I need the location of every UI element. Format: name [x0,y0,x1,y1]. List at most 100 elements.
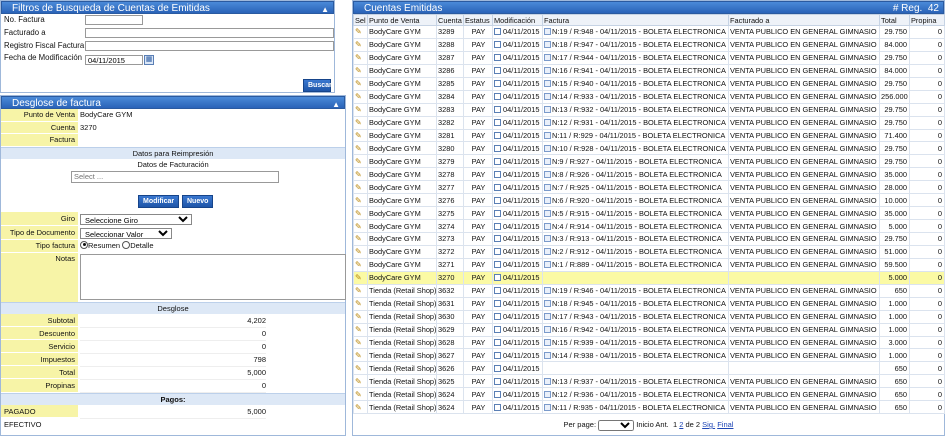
giro-select[interactable]: Seleccione Giro [80,213,192,225]
registro-fiscal-input[interactable] [85,40,334,51]
table-row[interactable]: ✎ BodyCare GYM 3281 PAY 04/11/2015 N:11 / R:9… [353,128,945,143]
pencil-icon[interactable]: ✎ [355,196,364,205]
table-row[interactable]: ✎ Tienda (Retail Shop) 3626 PAY 04/11/2015 65… [353,361,945,376]
col-estatus[interactable]: Estatus [463,14,493,26]
checkbox-icon[interactable] [494,54,501,62]
table-row[interactable]: ✎ BodyCare GYM 3270 PAY 04/11/2015 5.000 0 [353,270,945,285]
pencil-icon[interactable]: ✎ [355,66,364,75]
table-row[interactable]: ✎ BodyCare GYM 3280 PAY 04/11/2015 N:10 / R:9… [353,141,945,156]
table-row[interactable]: ✎ BodyCare GYM 3274 PAY 04/11/2015 N:4 / R:91… [353,219,945,233]
pencil-icon[interactable]: ✎ [355,364,364,373]
last-page-link[interactable]: Final [717,420,733,429]
cell-sel[interactable]: ✎ [353,232,368,246]
table-row[interactable]: ✎ Tienda (Retail Shop) 3627 PAY 04/11/2015 N:… [353,348,945,363]
checkbox-icon[interactable] [494,106,501,114]
checkbox-icon[interactable] [494,41,501,49]
table-row[interactable]: ✎ BodyCare GYM 3271 PAY 04/11/2015 N:1 / R:88… [353,257,945,272]
nuevo-button[interactable]: Nuevo [182,194,214,208]
checkbox-icon[interactable] [494,248,501,256]
cell-sel[interactable]: ✎ [353,309,368,324]
pencil-icon[interactable]: ✎ [355,53,364,62]
pencil-icon[interactable]: ✎ [355,170,364,179]
checkbox-icon[interactable] [494,80,501,88]
table-row[interactable]: ✎ BodyCare GYM 3272 PAY 04/11/2015 N:2 / R:91… [353,244,945,259]
table-row[interactable]: ✎ Tienda (Retail Shop) 3624 PAY 04/11/2015 N:… [353,387,945,402]
col-cuenta[interactable]: Cuenta [436,14,464,26]
pencil-icon[interactable]: ✎ [355,79,364,88]
table-row[interactable]: ✎ Tienda (Retail Shop) 3624 PAY 04/11/2015 N:… [353,400,945,415]
pencil-icon[interactable]: ✎ [355,377,364,386]
pencil-icon[interactable]: ✎ [355,183,364,192]
checkbox-icon[interactable] [494,287,501,295]
table-row[interactable]: ✎ BodyCare GYM 3289 PAY 04/11/2015 N:19 / R:9… [353,25,945,39]
pencil-icon[interactable]: ✎ [355,40,364,49]
cell-sel[interactable]: ✎ [353,37,368,52]
pencil-icon[interactable]: ✎ [355,390,364,399]
per-page-select[interactable] [598,420,635,431]
cell-sel[interactable]: ✎ [353,244,368,259]
checkbox-icon[interactable] [494,157,501,165]
desglose-title-bar[interactable]: Desglose de factura ▲ [1,96,345,109]
table-row[interactable]: ✎ Tienda (Retail Shop) 3632 PAY 04/11/2015 N:… [353,283,945,298]
checkbox-icon[interactable] [494,28,501,36]
facturacion-select-input[interactable] [71,170,279,183]
checkbox-icon[interactable] [494,300,501,308]
modificar-button[interactable]: Modificar [138,194,180,208]
table-row[interactable]: ✎ BodyCare GYM 3284 PAY 04/11/2015 N:14 / R:9… [353,89,945,104]
checkbox-icon[interactable] [494,196,501,204]
col-sel[interactable]: Sel [353,14,368,26]
table-row[interactable]: ✎ BodyCare GYM 3285 PAY 04/11/2015 N:15 / R:9… [353,76,945,91]
cell-sel[interactable]: ✎ [353,141,368,156]
pencil-icon[interactable]: ✎ [355,209,364,218]
cell-sel[interactable]: ✎ [353,128,368,143]
radio-resumen[interactable] [80,240,88,249]
checkbox-icon[interactable] [494,170,501,178]
table-row[interactable]: ✎ BodyCare GYM 3273 PAY 04/11/2015 N:3 / R:91… [353,232,945,246]
checkbox-icon[interactable] [494,119,501,127]
checkbox-icon[interactable] [494,338,501,346]
table-row[interactable]: ✎ BodyCare GYM 3279 PAY 04/11/2015 N:9 / R:92… [353,154,945,169]
pencil-icon[interactable]: ✎ [355,286,364,295]
cell-sel[interactable]: ✎ [353,25,368,39]
pencil-icon[interactable]: ✎ [355,273,364,282]
checkbox-icon[interactable] [494,364,501,372]
cell-sel[interactable]: ✎ [353,283,368,298]
cell-sel[interactable]: ✎ [353,219,368,233]
pencil-icon[interactable]: ✎ [355,234,364,243]
cell-sel[interactable]: ✎ [353,89,368,104]
checkbox-icon[interactable] [494,403,501,411]
table-row[interactable]: ✎ BodyCare GYM 3288 PAY 04/11/2015 N:18 / R:9… [353,37,945,52]
checkbox-icon[interactable] [494,222,501,230]
checkbox-icon[interactable] [494,274,501,282]
cell-sel[interactable]: ✎ [353,374,368,389]
table-row[interactable]: ✎ BodyCare GYM 3276 PAY 04/11/2015 N:6 / R:92… [353,193,945,208]
col-total[interactable]: Total [879,14,910,26]
cell-sel[interactable]: ✎ [353,400,368,415]
notas-textarea[interactable] [80,253,346,300]
pencil-icon[interactable]: ✎ [355,338,364,347]
pencil-icon[interactable]: ✎ [355,247,364,256]
table-row[interactable]: ✎ Tienda (Retail Shop) 3625 PAY 04/11/2015 N:… [353,374,945,389]
checkbox-icon[interactable] [494,313,501,321]
col-modificacion[interactable]: Modificación [492,14,543,26]
pencil-icon[interactable]: ✎ [355,325,364,334]
pencil-icon[interactable]: ✎ [355,157,364,166]
checkbox-icon[interactable] [494,390,501,398]
cell-sel[interactable]: ✎ [353,387,368,402]
pencil-icon[interactable]: ✎ [355,144,364,153]
pencil-icon[interactable]: ✎ [355,312,364,321]
table-row[interactable]: ✎ BodyCare GYM 3282 PAY 04/11/2015 N:12 / R:9… [353,115,945,130]
cell-sel[interactable]: ✎ [353,167,368,182]
table-row[interactable]: ✎ Tienda (Retail Shop) 3630 PAY 04/11/2015 N:… [353,309,945,324]
no-factura-input[interactable] [85,15,143,25]
checkbox-icon[interactable] [494,131,501,139]
radio-detalle[interactable] [122,240,131,249]
col-facturado-a[interactable]: Facturado a [728,14,880,26]
fecha-modificacion-input[interactable] [85,55,143,66]
cell-sel[interactable]: ✎ [353,206,368,221]
table-row[interactable]: ✎ BodyCare GYM 3286 PAY 04/11/2015 N:16 / R:9… [353,63,945,78]
checkbox-icon[interactable] [494,326,501,334]
checkbox-icon[interactable] [494,261,501,269]
page-2-link[interactable]: 2 [679,420,683,429]
pencil-icon[interactable]: ✎ [355,351,364,360]
